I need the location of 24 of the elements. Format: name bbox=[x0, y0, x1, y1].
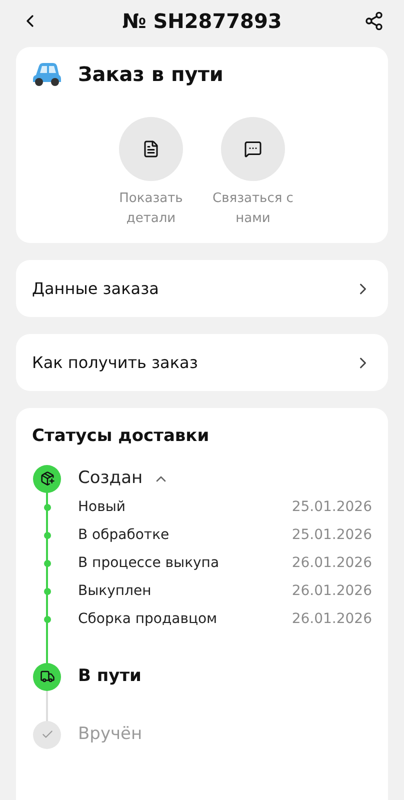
order-number: № SH2877893 bbox=[122, 8, 282, 34]
section-title: Статусы доставки bbox=[32, 425, 210, 448]
car-icon bbox=[32, 61, 62, 87]
step-label: Сборка продавцом bbox=[78, 610, 218, 629]
status-title: Заказ в пути bbox=[78, 61, 224, 88]
stage-label: Создан bbox=[78, 466, 143, 490]
menu-link[interactable]: Как получить заказ bbox=[16, 334, 388, 391]
step-label: В обработке bbox=[78, 526, 170, 545]
share-button[interactable] bbox=[364, 10, 384, 30]
step-date: 26.01.2026 bbox=[292, 582, 372, 601]
step-label: Новый bbox=[78, 498, 126, 517]
step-label: Выкуплен bbox=[78, 582, 152, 601]
chat-icon bbox=[244, 140, 262, 158]
truck-icon bbox=[40, 669, 54, 684]
step-date: 25.01.2026 bbox=[292, 498, 372, 517]
stage-label: Вручён bbox=[78, 722, 142, 746]
step-date: 26.01.2026 bbox=[292, 554, 372, 573]
step-label: В процессе выкупа bbox=[78, 554, 220, 573]
step-date: 26.01.2026 bbox=[292, 610, 372, 629]
stage-label: В пути bbox=[78, 664, 142, 688]
box-icon bbox=[40, 471, 54, 486]
menu-link[interactable]: Данные заказа bbox=[16, 260, 388, 317]
step-date: 25.01.2026 bbox=[292, 526, 372, 545]
document-icon bbox=[142, 140, 160, 158]
